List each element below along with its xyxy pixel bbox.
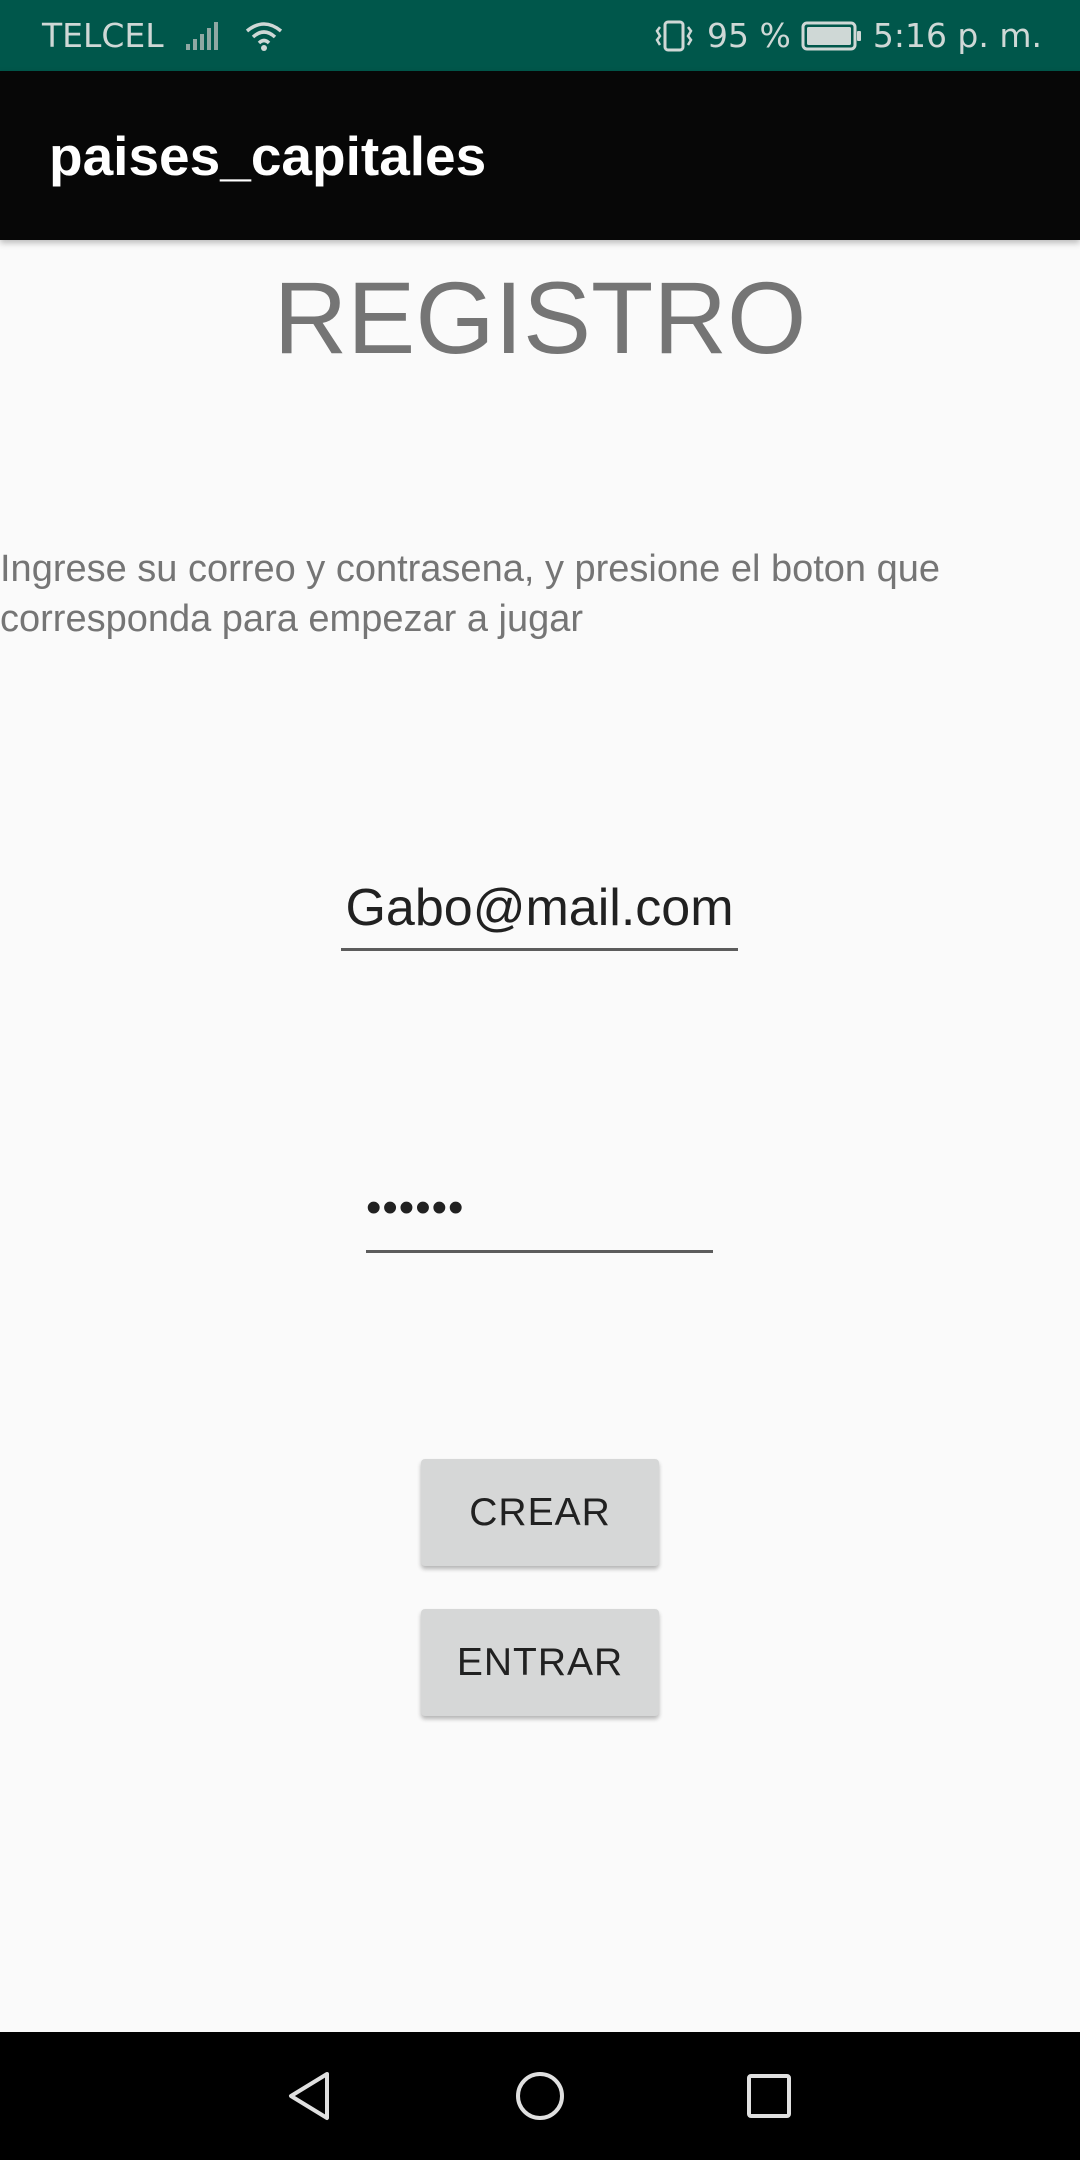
page-title: REGISTRO (273, 261, 807, 375)
home-icon[interactable] (504, 2060, 576, 2132)
wifi-icon (244, 19, 284, 53)
navigation-bar (0, 2032, 1080, 2160)
instructions-text: Ingrese su correo y contrasena, y presio… (0, 548, 941, 640)
app-bar: paises_capitales (0, 71, 1080, 240)
carrier-name: TELCEL (42, 16, 164, 55)
app-screen: TELCEL 95 % 5:16 p. m. paises_capitales … (0, 0, 1080, 2160)
status-right: 95 % 5:16 p. m. (651, 0, 1042, 71)
enter-button[interactable]: ENTRAR (421, 1609, 659, 1716)
recents-icon[interactable] (733, 2060, 805, 2132)
email-field[interactable] (341, 868, 738, 951)
clock: 5:16 p. m. (872, 16, 1042, 55)
battery-icon (801, 20, 863, 52)
battery-percent: 95 % (706, 16, 791, 55)
app-title: paises_capitales (49, 124, 487, 187)
status-bar: TELCEL 95 % 5:16 p. m. (0, 0, 1080, 71)
create-button[interactable]: CREAR (421, 1459, 659, 1566)
back-icon[interactable] (273, 2060, 345, 2132)
vibrate-icon (651, 19, 697, 53)
signal-icon (184, 20, 224, 52)
status-left: TELCEL (42, 0, 284, 71)
password-field[interactable] (366, 1172, 713, 1253)
